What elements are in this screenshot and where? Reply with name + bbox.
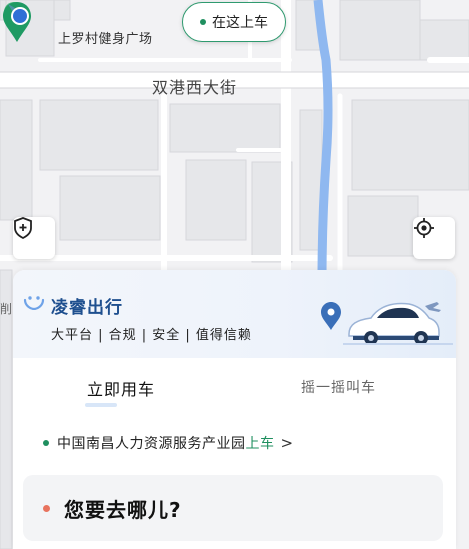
map-edge-label: 削 — [0, 302, 13, 316]
poi-label[interactable]: 上罗村健身广场 — [58, 28, 153, 47]
locate-target-icon — [414, 218, 434, 238]
shield-plus-icon — [14, 217, 32, 239]
locate-me-button[interactable] — [413, 217, 455, 259]
brand-logo-icon — [23, 296, 45, 310]
brand-tagline: 大平台 | 合规 | 安全 | 值得信赖 — [51, 328, 252, 343]
green-dot-icon — [200, 19, 206, 25]
road-label: 双港西大街 — [152, 78, 238, 97]
brand-banner[interactable]: 凌睿出行 大平台 | 合规 | 安全 | 值得信赖 — [13, 270, 456, 358]
board-here-label: 在这上车 — [212, 15, 268, 31]
ride-mode-tabs: 立即用车 摇一摇叫车 — [13, 364, 456, 412]
location-dot-icon — [8, 4, 29, 25]
pickup-dot-icon — [43, 440, 49, 446]
car-illustration — [321, 302, 453, 345]
safety-button[interactable] — [13, 217, 55, 259]
pickup-action: 上车 — [245, 436, 275, 452]
active-tab-indicator — [85, 403, 117, 407]
chevron-right-icon: > — [280, 434, 294, 452]
brand-name: 凌睿出行 — [51, 298, 123, 318]
board-here-tooltip[interactable]: 在这上车 — [182, 2, 286, 42]
pickup-location-row[interactable]: 中国南昌人力资源服务产业园 上车 > — [43, 432, 293, 454]
tab-ride-now[interactable]: 立即用车 — [87, 376, 155, 400]
destination-dot-icon — [43, 504, 50, 512]
tab-shake-to-call[interactable]: 摇一摇叫车 — [301, 377, 376, 397]
destination-input[interactable]: 您要去哪儿? — [23, 475, 443, 541]
destination-prompt: 您要去哪儿? — [64, 497, 182, 522]
ride-bottom-sheet: 凌睿出行 大平台 | 合规 | 安全 | 值得信赖 立即用车 摇一摇叫车 中国南… — [13, 270, 456, 549]
pickup-place: 中国南昌人力资源服务产业园 — [57, 436, 246, 452]
